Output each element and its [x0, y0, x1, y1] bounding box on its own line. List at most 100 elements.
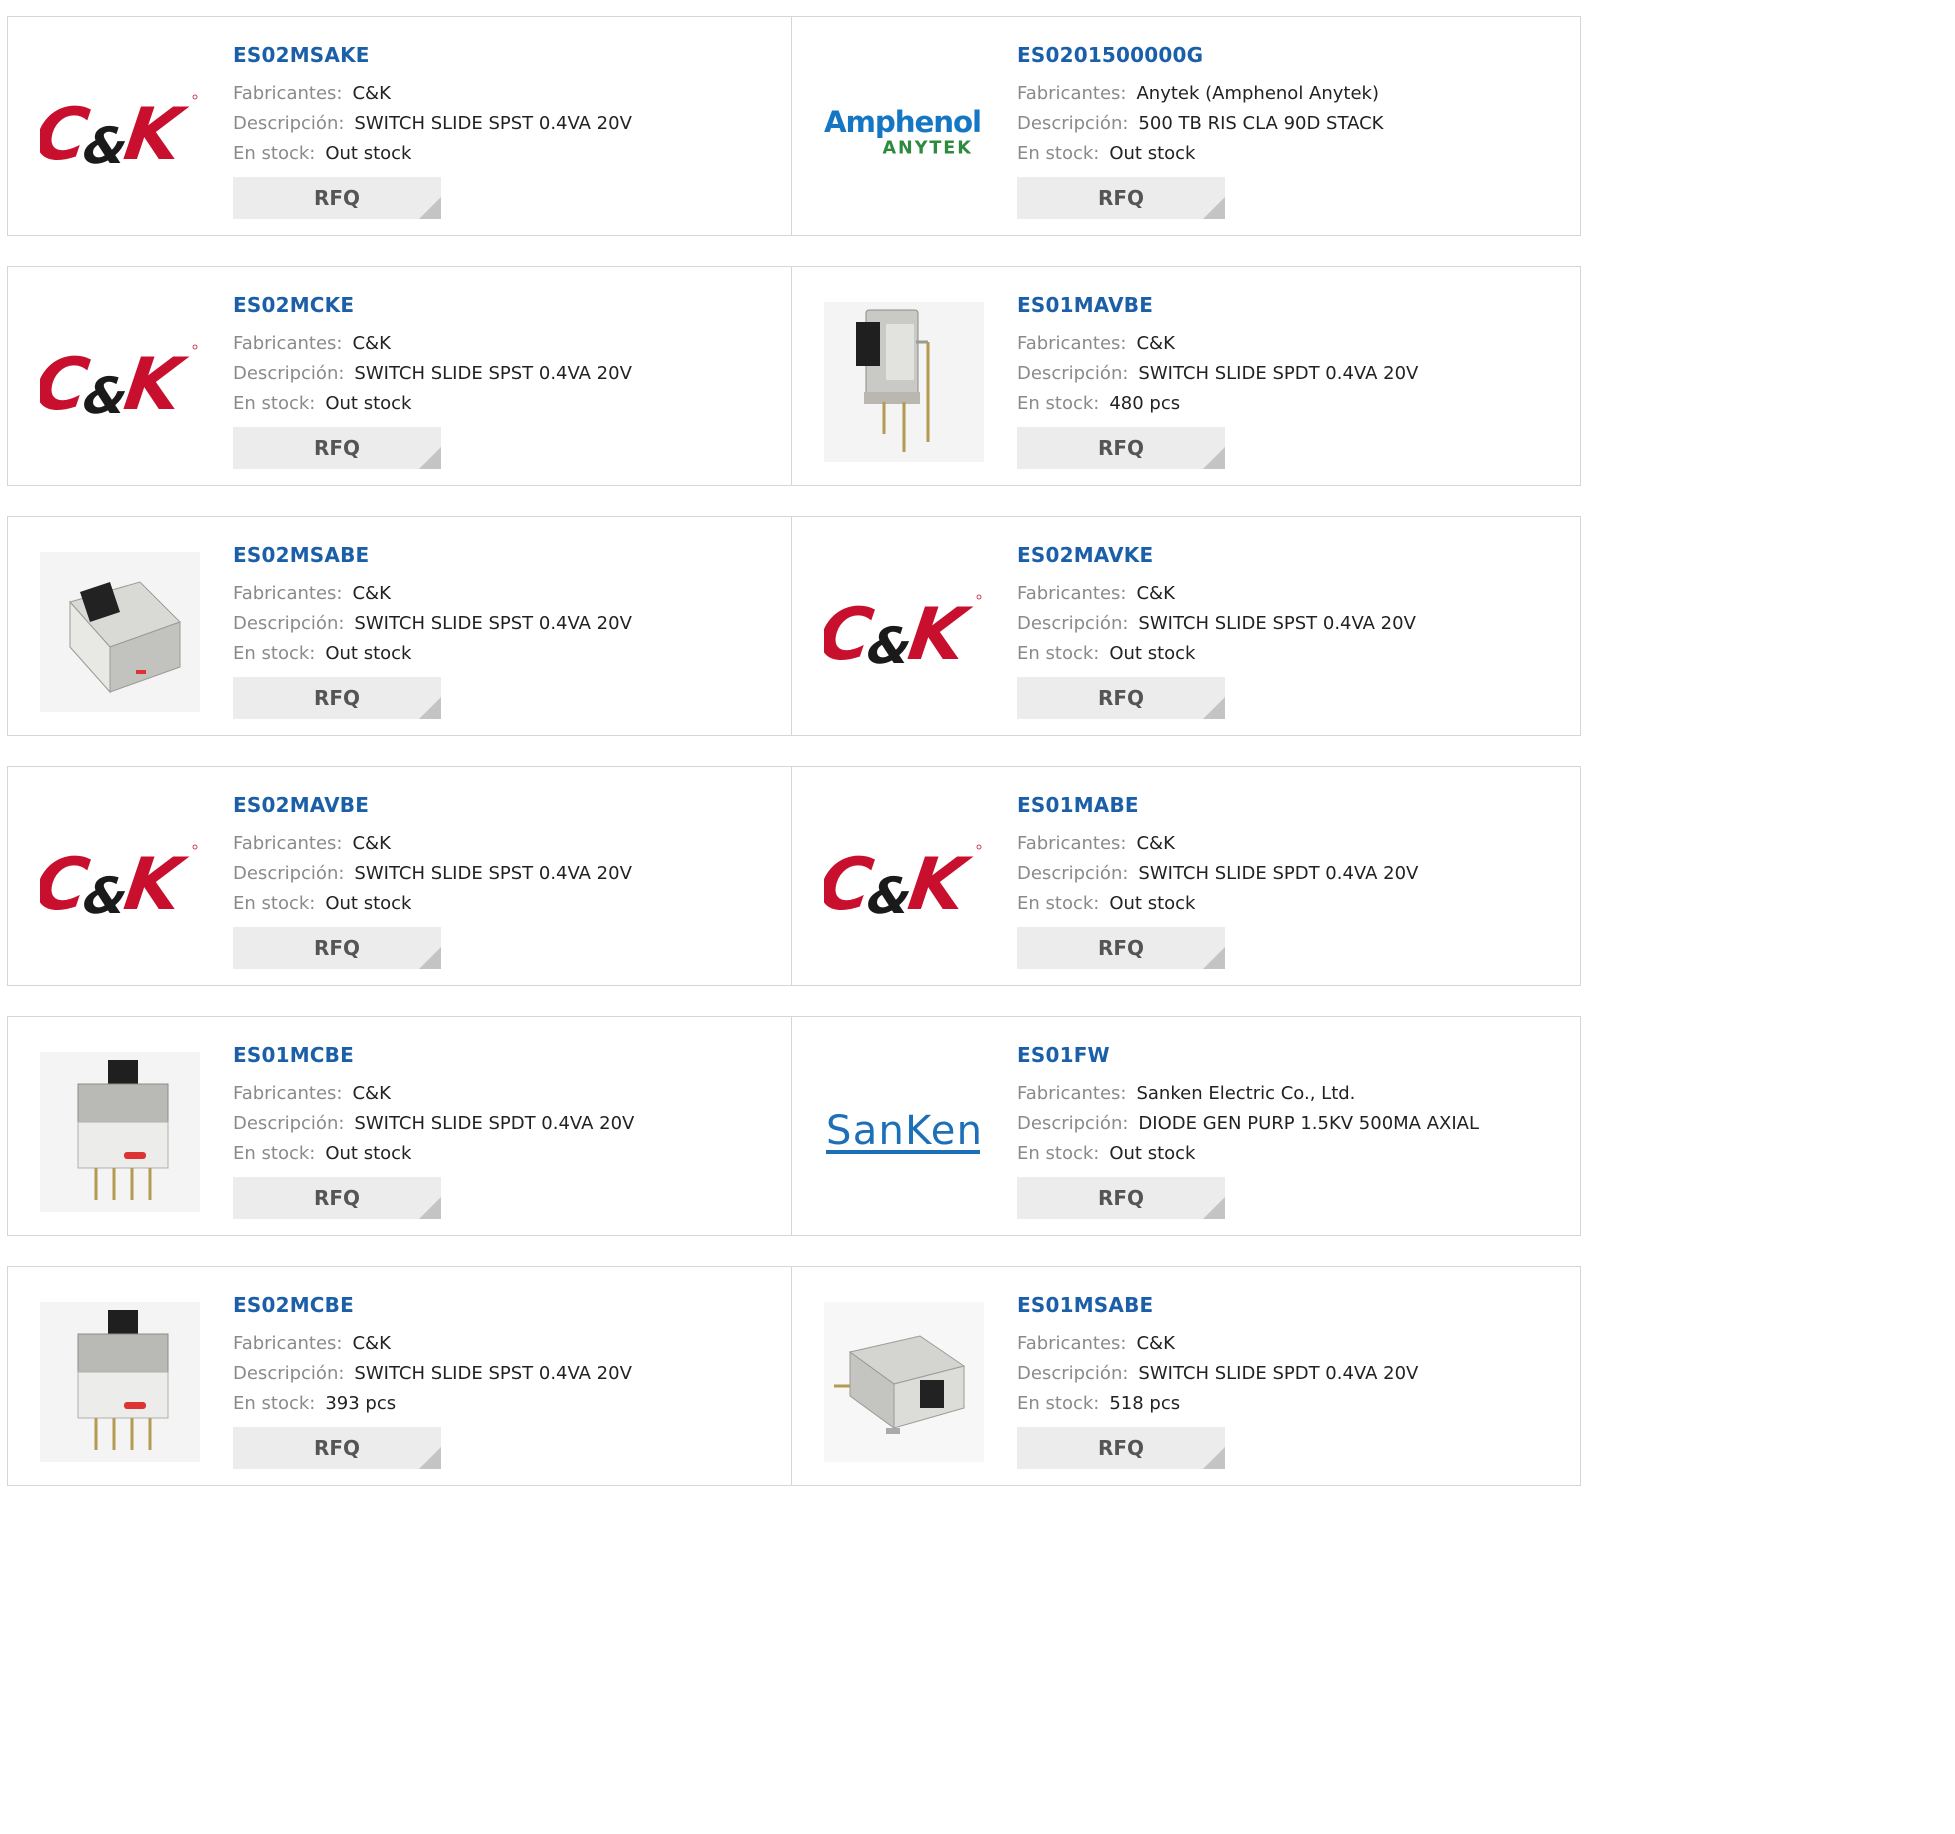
part-number-link[interactable]: ES02MAVKE — [1017, 543, 1416, 567]
stock-label: En stock: — [233, 393, 316, 414]
rfq-button[interactable]: RFQ — [1017, 177, 1225, 219]
slide-switch-tht-photo-thumbnail[interactable] — [40, 1052, 200, 1212]
part-number-link[interactable]: ES01MCBE — [233, 1043, 634, 1067]
product-info: ES01MCBE Fabricantes: C&K Descripción: SWI… — [233, 1043, 634, 1219]
manufacturer-label: Fabricantes: — [1017, 1333, 1127, 1354]
stock-label: En stock: — [1017, 143, 1100, 164]
amphenol-anytek-logo-thumbnail[interactable]: Amphenol ANYTEK — [824, 52, 984, 212]
manufacturer-value: Anytek (Amphenol Anytek) — [1136, 83, 1379, 104]
rfq-button[interactable]: RFQ — [233, 1427, 441, 1469]
corner-triangle-icon — [419, 1447, 441, 1469]
part-number-link[interactable]: ES02MSAKE — [233, 43, 632, 67]
corner-triangle-icon — [419, 197, 441, 219]
stock-label: En stock: — [233, 643, 316, 664]
rfq-label: RFQ — [1097, 1186, 1145, 1210]
manufacturer-row: Fabricantes: Anytek (Amphenol Anytek) — [1017, 79, 1383, 109]
part-number-link[interactable]: ES01MAVBE — [1017, 293, 1418, 317]
manufacturer-row: Fabricantes: C&K — [233, 829, 632, 859]
rfq-label: RFQ — [313, 1436, 361, 1460]
product-card: ES01MSABE Fabricantes: C&K Descripción: SW… — [791, 1266, 1581, 1486]
stock-label: En stock: — [1017, 643, 1100, 664]
sanken-logo-thumbnail[interactable]: SanKen — [824, 1052, 984, 1212]
svg-text:ANYTEK: ANYTEK — [883, 138, 973, 158]
product-card: C & K ES02MSAKE Fabricantes: C&K Descripció… — [7, 16, 792, 236]
description-value: SWITCH SLIDE SPST 0.4VA 20V — [354, 863, 632, 884]
svg-text:K: K — [903, 593, 975, 677]
rfq-button[interactable]: RFQ — [233, 177, 441, 219]
rfq-button[interactable]: RFQ — [233, 1177, 441, 1219]
description-row: Descripción: SWITCH SLIDE SPDT 0.4VA 20V — [1017, 1359, 1418, 1389]
stock-label: En stock: — [233, 893, 316, 914]
part-number-link[interactable]: ES01MABE — [1017, 793, 1418, 817]
description-value: SWITCH SLIDE SPST 0.4VA 20V — [354, 113, 632, 134]
slide-switch-smd-photo-thumbnail[interactable] — [40, 552, 200, 712]
description-value: SWITCH SLIDE SPST 0.4VA 20V — [1138, 613, 1416, 634]
rfq-button[interactable]: RFQ — [233, 927, 441, 969]
rfq-button[interactable]: RFQ — [1017, 1177, 1225, 1219]
ck-logo-thumbnail[interactable]: C & K — [824, 802, 984, 962]
part-number-link[interactable]: ES02MSABE — [233, 543, 632, 567]
rfq-label: RFQ — [313, 1186, 361, 1210]
ck-logo-icon: C&K — [40, 93, 198, 177]
stock-value: Out stock — [325, 393, 412, 414]
slide-switch-side-photo-thumbnail[interactable] — [824, 1302, 984, 1462]
part-number-link[interactable]: ES01FW — [1017, 1043, 1479, 1067]
svg-text:K: K — [119, 343, 191, 427]
rfq-label: RFQ — [313, 936, 361, 960]
svg-text:K: K — [119, 93, 191, 177]
manufacturer-label: Fabricantes: — [233, 833, 343, 854]
product-info: ES01MAVBE Fabricantes: C&K Descripción: SW… — [1017, 293, 1418, 469]
corner-triangle-icon — [1203, 1197, 1225, 1219]
svg-text:SanKen: SanKen — [826, 1108, 982, 1154]
description-label: Descripción: — [1017, 863, 1129, 884]
stock-row: En stock: Out stock — [233, 639, 632, 669]
part-number-link[interactable]: ES02MCKE — [233, 293, 632, 317]
corner-triangle-icon — [1203, 697, 1225, 719]
rfq-button[interactable]: RFQ — [233, 677, 441, 719]
product-card: ES01MCBE Fabricantes: C&K Descripción: SWI… — [7, 1016, 792, 1236]
manufacturer-label: Fabricantes: — [1017, 583, 1127, 604]
part-number-link[interactable]: ES02MCBE — [233, 1293, 632, 1317]
manufacturer-label: Fabricantes: — [1017, 1083, 1127, 1104]
ck-logo-thumbnail[interactable]: C & K — [40, 802, 200, 962]
manufacturer-value: Sanken Electric Co., Ltd. — [1136, 1083, 1356, 1104]
description-label: Descripción: — [233, 363, 345, 384]
stock-row: En stock: Out stock — [233, 889, 632, 919]
rfq-button[interactable]: RFQ — [233, 427, 441, 469]
description-row: Descripción: SWITCH SLIDE SPST 0.4VA 20V — [233, 109, 632, 139]
stock-value: Out stock — [325, 893, 412, 914]
part-number-link[interactable]: ES0201500000G — [1017, 43, 1383, 67]
stock-value: 393 pcs — [325, 1393, 397, 1414]
svg-text:K: K — [903, 843, 975, 927]
ck-logo-thumbnail[interactable]: C & K — [824, 552, 984, 712]
manufacturer-value: C&K — [352, 1333, 391, 1354]
svg-text:K: K — [119, 843, 191, 927]
product-info: ES02MSAKE Fabricantes: C&K Descripción: SW… — [233, 43, 632, 219]
slide-switch-photo — [40, 1052, 200, 1212]
manufacturer-value: C&K — [352, 83, 391, 104]
ck-logo-thumbnail[interactable]: C & K — [40, 302, 200, 462]
stock-row: En stock: 393 pcs — [233, 1389, 632, 1419]
part-number-link[interactable]: ES02MAVBE — [233, 793, 632, 817]
slide-switch-vertical-photo-thumbnail[interactable] — [824, 302, 984, 462]
rfq-label: RFQ — [313, 186, 361, 210]
rfq-button[interactable]: RFQ — [1017, 677, 1225, 719]
manufacturer-row: Fabricantes: C&K — [1017, 579, 1416, 609]
product-card: C & K ES02MAVBE Fabricantes: C&K Descripció… — [7, 766, 792, 986]
slide-switch-photo — [40, 552, 200, 712]
stock-label: En stock: — [233, 1393, 316, 1414]
product-card: ES01MAVBE Fabricantes: C&K Descripción: SW… — [791, 266, 1581, 486]
ck-logo-thumbnail[interactable]: C & K — [40, 52, 200, 212]
rfq-button[interactable]: RFQ — [1017, 1427, 1225, 1469]
description-value: SWITCH SLIDE SPDT 0.4VA 20V — [1138, 863, 1419, 884]
product-card: SanKen ES01FW Fabricantes: Sanken Electri… — [791, 1016, 1581, 1236]
slide-switch-tht-photo-thumbnail[interactable] — [40, 1302, 200, 1462]
description-value: 500 TB RIS CLA 90D STACK — [1138, 113, 1384, 134]
rfq-button[interactable]: RFQ — [1017, 927, 1225, 969]
rfq-button[interactable]: RFQ — [1017, 427, 1225, 469]
stock-row: En stock: Out stock — [233, 139, 632, 169]
manufacturer-value: C&K — [352, 1083, 391, 1104]
stock-value: Out stock — [1109, 1143, 1196, 1164]
svg-text:Amphenol: Amphenol — [824, 105, 982, 139]
part-number-link[interactable]: ES01MSABE — [1017, 1293, 1418, 1317]
